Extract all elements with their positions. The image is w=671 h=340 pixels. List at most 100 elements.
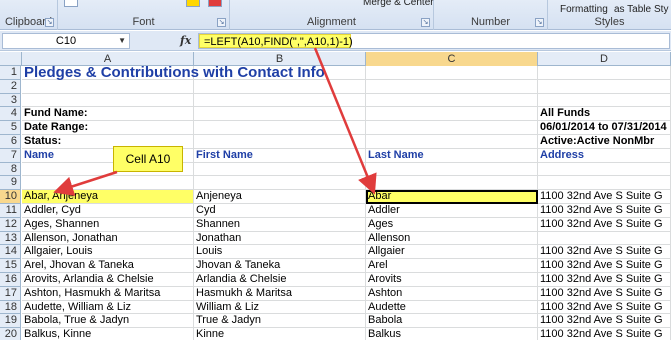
- cell-c16[interactable]: Arovits: [366, 273, 538, 287]
- cell-d14[interactable]: 1100 32nd Ave S Suite G: [538, 245, 671, 260]
- row-header[interactable]: 16: [0, 273, 21, 287]
- cell-b16[interactable]: Arlandia & Chelsie: [194, 273, 366, 287]
- cell-c17[interactable]: Ashton: [366, 286, 538, 301]
- cell-d9[interactable]: [538, 176, 671, 191]
- cell-d8[interactable]: [538, 162, 671, 177]
- cell-d1[interactable]: [538, 66, 671, 80]
- row-header[interactable]: 11: [0, 204, 21, 218]
- cell-d6[interactable]: Active:Active NonMbr: [538, 135, 671, 149]
- cell-a13[interactable]: Allenson, Jonathan: [22, 231, 194, 246]
- clipboard-launcher-icon[interactable]: ↘: [45, 18, 54, 27]
- cell-b8[interactable]: [194, 162, 366, 177]
- cell-d11[interactable]: 1100 32nd Ave S Suite G: [538, 204, 671, 218]
- row-header[interactable]: 3: [0, 93, 21, 108]
- chevron-down-icon[interactable]: ▼: [118, 34, 126, 48]
- cell-a17[interactable]: Ashton, Hasmukh & Maritsa: [22, 286, 194, 301]
- cell-c7[interactable]: Last Name: [366, 148, 538, 163]
- cell-c15[interactable]: Arel: [366, 259, 538, 273]
- cell-a19[interactable]: Babola, True & Jadyn: [22, 314, 194, 329]
- cell-b15[interactable]: Jhovan & Taneka: [194, 259, 366, 273]
- row-header[interactable]: 5: [0, 121, 21, 135]
- cell-c5[interactable]: [366, 121, 538, 135]
- column-header-c[interactable]: C: [366, 52, 538, 66]
- format-as-table-button[interactable]: as Table: [614, 4, 651, 15]
- cell-b17[interactable]: Hasmukh & Maritsa: [194, 286, 366, 301]
- cell-b19[interactable]: True & Jadyn: [194, 314, 366, 329]
- row-header[interactable]: 7: [0, 148, 21, 163]
- row-header[interactable]: 8: [0, 162, 21, 177]
- formula-input[interactable]: =LEFT(A10,FIND(",",A10,1)-1): [198, 33, 670, 49]
- cell-d12[interactable]: 1100 32nd Ave S Suite G: [538, 217, 671, 232]
- cell-a3[interactable]: [22, 93, 194, 108]
- row-header[interactable]: 4: [0, 107, 21, 122]
- merge-center-button[interactable]: Merge & Center: [363, 0, 434, 8]
- font-launcher-icon[interactable]: ↘: [217, 18, 226, 27]
- alignment-launcher-icon[interactable]: ↘: [421, 18, 430, 27]
- row-header[interactable]: 12: [0, 217, 21, 232]
- cell-d7[interactable]: Address: [538, 148, 671, 163]
- cell-c11[interactable]: Addler: [366, 204, 538, 218]
- cell-d2[interactable]: [538, 79, 671, 94]
- row-header[interactable]: 9: [0, 176, 21, 191]
- cell-a15[interactable]: Arel, Jhovan & Taneka: [22, 259, 194, 273]
- fill-color-icon[interactable]: [186, 0, 200, 7]
- cell-b11[interactable]: Cyd: [194, 204, 366, 218]
- cell-b3[interactable]: [194, 93, 366, 108]
- cell-b12[interactable]: Shannen: [194, 217, 366, 232]
- cell-c19[interactable]: Babola: [366, 314, 538, 329]
- cell-d13[interactable]: [538, 231, 671, 246]
- column-header-d[interactable]: D: [538, 52, 671, 66]
- cell-d5[interactable]: 06/01/2014 to 07/31/2014: [538, 121, 671, 135]
- cell-styles-button[interactable]: Sty: [654, 4, 668, 15]
- cell-a18[interactable]: Audette, William & Liz: [22, 300, 194, 315]
- cell-b14[interactable]: Louis: [194, 245, 366, 260]
- cell-b18[interactable]: William & Liz: [194, 300, 366, 315]
- cell-a2[interactable]: [22, 79, 194, 94]
- cell-d15[interactable]: 1100 32nd Ave S Suite G: [538, 259, 671, 273]
- cell-c10[interactable]: Abar: [366, 190, 538, 204]
- cell-c8[interactable]: [366, 162, 538, 177]
- cell-b13[interactable]: Jonathan: [194, 231, 366, 246]
- cell-b2[interactable]: [194, 79, 366, 94]
- cell-a10[interactable]: Abar, Anjeneya: [22, 190, 194, 204]
- cell-d20[interactable]: 1100 32nd Ave S Suite G: [538, 328, 671, 340]
- cell-d16[interactable]: 1100 32nd Ave S Suite G: [538, 273, 671, 287]
- cell-a9[interactable]: [22, 176, 194, 191]
- cell-b5[interactable]: [194, 121, 366, 135]
- cell-c9[interactable]: [366, 176, 538, 191]
- cell-b9[interactable]: [194, 176, 366, 191]
- cell-a14[interactable]: Allgaier, Louis: [22, 245, 194, 260]
- cell-b4[interactable]: [194, 107, 366, 122]
- cell-c3[interactable]: [366, 93, 538, 108]
- cell-d3[interactable]: [538, 93, 671, 108]
- row-header[interactable]: 18: [0, 300, 21, 315]
- row-header[interactable]: 1: [0, 66, 21, 80]
- cell-b6[interactable]: [194, 135, 366, 149]
- row-header[interactable]: 19: [0, 314, 21, 329]
- cell-b20[interactable]: Kinne: [194, 328, 366, 340]
- cell-c4[interactable]: [366, 107, 538, 122]
- font-button-icon[interactable]: [64, 0, 78, 7]
- cell-a11[interactable]: Addler, Cyd: [22, 204, 194, 218]
- select-all-corner[interactable]: [0, 52, 22, 66]
- cell-a1[interactable]: Pledges & Contributions with Contact Inf…: [22, 65, 325, 80]
- cell-a12[interactable]: Ages, Shannen: [22, 217, 194, 232]
- cell-d19[interactable]: 1100 32nd Ave S Suite G: [538, 314, 671, 329]
- cell-a4[interactable]: Fund Name:: [22, 107, 194, 122]
- row-header[interactable]: 6: [0, 135, 21, 149]
- cell-c20[interactable]: Balkus: [366, 328, 538, 340]
- cell-b1[interactable]: [194, 66, 366, 80]
- cell-b10[interactable]: Anjeneya: [194, 190, 366, 204]
- cell-c2[interactable]: [366, 79, 538, 94]
- cell-a16[interactable]: Arovits, Arlandia & Chelsie: [22, 273, 194, 287]
- conditional-formatting-button[interactable]: Formatting: [560, 4, 608, 15]
- row-header[interactable]: 2: [0, 79, 21, 94]
- cell-d18[interactable]: 1100 32nd Ave S Suite G: [538, 300, 671, 315]
- cell-b7[interactable]: First Name: [194, 148, 366, 163]
- cell-c18[interactable]: Audette: [366, 300, 538, 315]
- row-header[interactable]: 17: [0, 286, 21, 301]
- cell-c12[interactable]: Ages: [366, 217, 538, 232]
- cell-c14[interactable]: Allgaier: [366, 245, 538, 260]
- cell-d10[interactable]: 1100 32nd Ave S Suite G: [538, 190, 671, 204]
- row-header[interactable]: 10: [0, 190, 21, 204]
